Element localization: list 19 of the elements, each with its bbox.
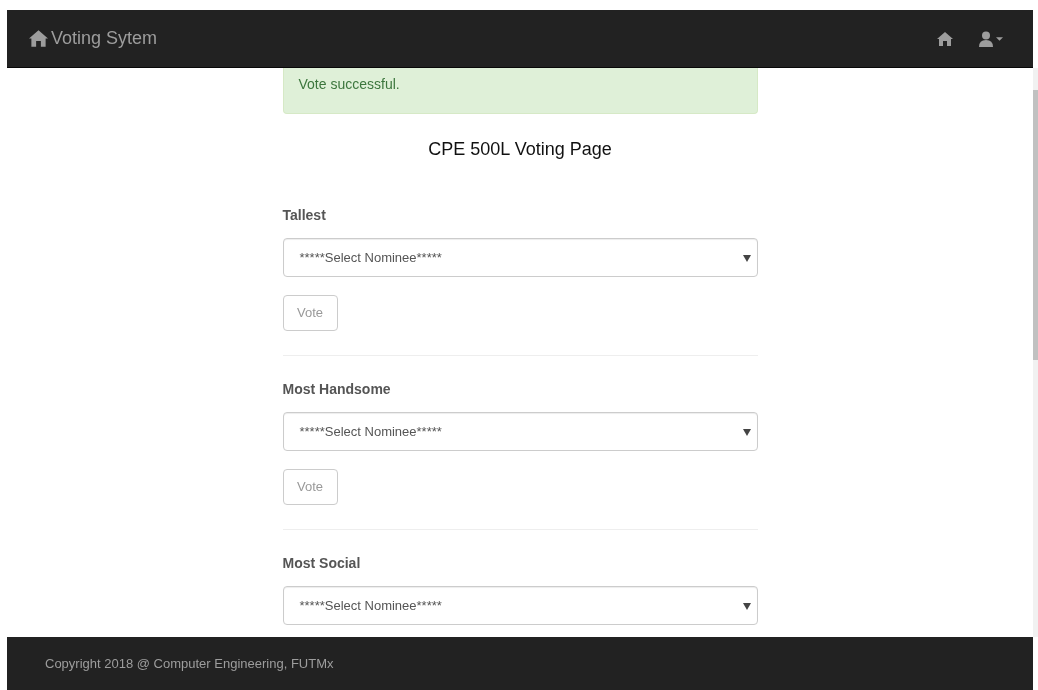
- copyright-text: Copyright 2018 @ Computer Engineering, FUTMx: [45, 654, 334, 673]
- success-alert: Vote successful.: [282, 68, 758, 114]
- category-label: Most Social: [282, 554, 362, 573]
- dropdown-arrow-icon: [742, 253, 751, 262]
- dropdown-arrow-icon: [742, 601, 751, 610]
- dropdown-arrow-icon: [742, 427, 751, 436]
- nominee-select[interactable]: *****Select Nominee*****: [282, 238, 758, 277]
- category-label: Most Handsome: [282, 380, 392, 399]
- home-icon[interactable]: [937, 31, 953, 46]
- scrollbar-thumb[interactable]: [1033, 90, 1038, 360]
- user-menu-button[interactable]: [979, 30, 1003, 47]
- nominee-select[interactable]: *****Select Nominee*****: [282, 586, 758, 625]
- category-label: Tallest: [282, 206, 327, 225]
- home-icon[interactable]: [29, 30, 48, 47]
- nominee-select[interactable]: *****Select Nominee*****: [282, 412, 758, 451]
- page-title: CPE 500L Voting Page: [427, 138, 613, 161]
- user-icon: [979, 30, 993, 47]
- brand-link[interactable]: Voting Sytem: [29, 25, 158, 52]
- caret-icon: [996, 36, 1003, 41]
